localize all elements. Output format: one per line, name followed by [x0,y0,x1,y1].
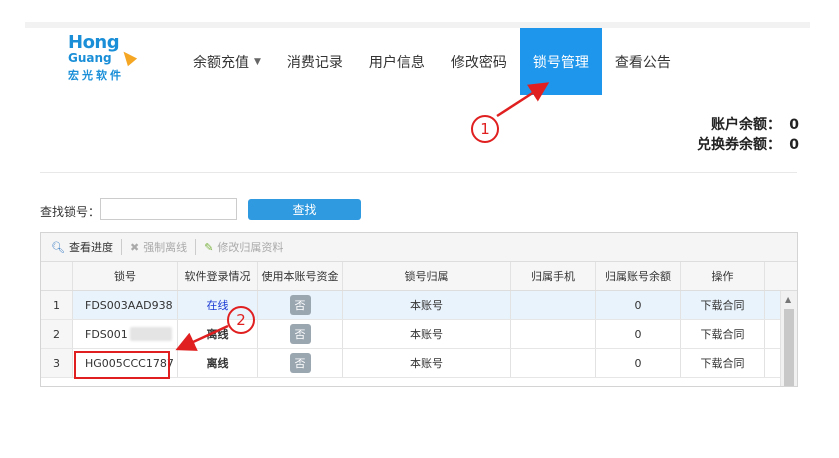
edit-owner-button[interactable]: ✎ 修改归属资料 [204,239,283,255]
header-owner-balance[interactable]: 归属账号余额 [596,262,681,290]
nav-label: 修改密码 [450,54,507,71]
phone-cell [511,349,596,377]
no-badge[interactable]: 否 [289,324,311,344]
nav-label: 锁号管理 [532,54,589,71]
phone-cell [511,291,596,319]
edit-owner-label: 修改归属资料 [217,241,284,254]
coupon-balance-label: 兑换券余额： [697,137,781,153]
close-icon: ✖ [129,240,140,254]
table-row[interactable]: 1 FDS003AAD938 在线 否 本账号 0 下载合同 [41,291,781,320]
force-offline-button[interactable]: ✖ 强制离线 [130,239,187,255]
header-owner[interactable]: 锁号归属 [343,262,511,290]
status-cell: 离线 [178,349,258,377]
lock-cell: FDS003AAD938 [73,291,178,319]
search-button[interactable]: 查找 [248,199,361,220]
nav-label: 查看公告 [614,54,671,71]
nav-item-change-password[interactable]: 修改密码 [438,28,520,95]
balance-cell: 0 [596,320,681,348]
table-scrollbar[interactable]: ▲ [780,291,797,386]
divider [40,172,797,173]
lock-text: FDS001 [85,327,128,341]
annotation-marker-2: 2 [227,306,255,334]
coupon-balance: 兑换券余额： 0 [697,135,799,155]
logo-line3: 宏光软件 [68,69,124,82]
use-funds-cell: 否 [258,291,343,319]
toolbar-separator [120,239,122,255]
header-phone[interactable]: 归属手机 [511,262,596,290]
annotation-marker-1: 1 [471,115,499,143]
nav-item-user-info[interactable]: 用户信息 [356,28,438,95]
coupon-balance-value: 0 [789,137,799,153]
balance-cell: 0 [596,349,681,377]
row-index: 3 [41,349,73,377]
table-header: 锁号 软件登录情况 使用本账号资金 锁号归属 归属手机 归属账号余额 操作 [41,262,797,291]
account-balance-label: 账户余额： [711,117,781,133]
nav-label: 余额充值 [193,54,249,71]
balance-cell: 0 [596,291,681,319]
download-contract-link[interactable]: 下载合同 [681,291,765,319]
logo-line1: Hong [68,32,120,53]
row-index: 1 [41,291,73,319]
pencil-icon: ✎ [204,240,214,254]
lock-cell: FDS001 [73,320,178,348]
phone-cell [511,320,596,348]
header-lock[interactable]: 锁号 [73,262,178,290]
use-funds-cell: 否 [258,349,343,377]
view-progress-label: 查看进度 [68,241,113,254]
account-balance-value: 0 [789,117,799,133]
main-nav: 余额充值 ▼ 消费记录 用户信息 修改密码 锁号管理 查看公告 [180,28,684,95]
scroll-thumb[interactable] [784,309,794,386]
table-toolbar: 🔍︎ 查看进度 ✖ 强制离线 ✎ 修改归属资料 [41,233,797,262]
search-icon: 🔍︎ [51,240,65,254]
nav-item-announcements[interactable]: 查看公告 [602,28,684,95]
logo[interactable]: Hong Guang 宏光软件 [68,34,138,86]
highlight-box [74,351,170,379]
nav-item-recharge[interactable]: 余额充值 ▼ [180,28,274,95]
download-contract-link[interactable]: 下载合同 [681,320,765,348]
force-offline-label: 强制离线 [143,241,188,254]
use-funds-cell: 否 [258,320,343,348]
no-badge[interactable]: 否 [289,353,311,373]
no-badge[interactable]: 否 [289,295,311,315]
nav-label: 用户信息 [368,54,425,71]
nav-label: 消费记录 [286,54,343,71]
owner-cell: 本账号 [343,349,511,377]
balance-panel: 账户余额： 0 兑换券余额： 0 [697,115,799,155]
header-use-funds[interactable]: 使用本账号资金 [258,262,343,290]
nav-item-lock-management[interactable]: 锁号管理 [519,28,602,95]
header-login-status[interactable]: 软件登录情况 [178,262,258,290]
logo-line2: Guang [68,51,112,65]
owner-cell: 本账号 [343,320,511,348]
table-row[interactable]: 2 FDS001 离线 否 本账号 0 下载合同 [41,320,781,349]
header-index [41,262,73,290]
nav-item-consumption[interactable]: 消费记录 [274,28,356,95]
toolbar-separator [195,239,197,255]
owner-cell: 本账号 [343,291,511,319]
caret-down-icon: ▼ [254,56,261,67]
scroll-up-icon[interactable]: ▲ [785,295,791,304]
search-label: 查找锁号： [40,205,101,219]
cursor-icon [118,47,138,67]
download-contract-link[interactable]: 下载合同 [681,349,765,377]
search-input[interactable] [100,198,237,220]
header-filler [765,262,781,290]
view-progress-button[interactable]: 🔍︎ 查看进度 [51,239,113,255]
account-balance: 账户余额： 0 [697,115,799,135]
row-index: 2 [41,320,73,348]
redacted-blur [129,327,172,341]
header-action[interactable]: 操作 [681,262,765,290]
